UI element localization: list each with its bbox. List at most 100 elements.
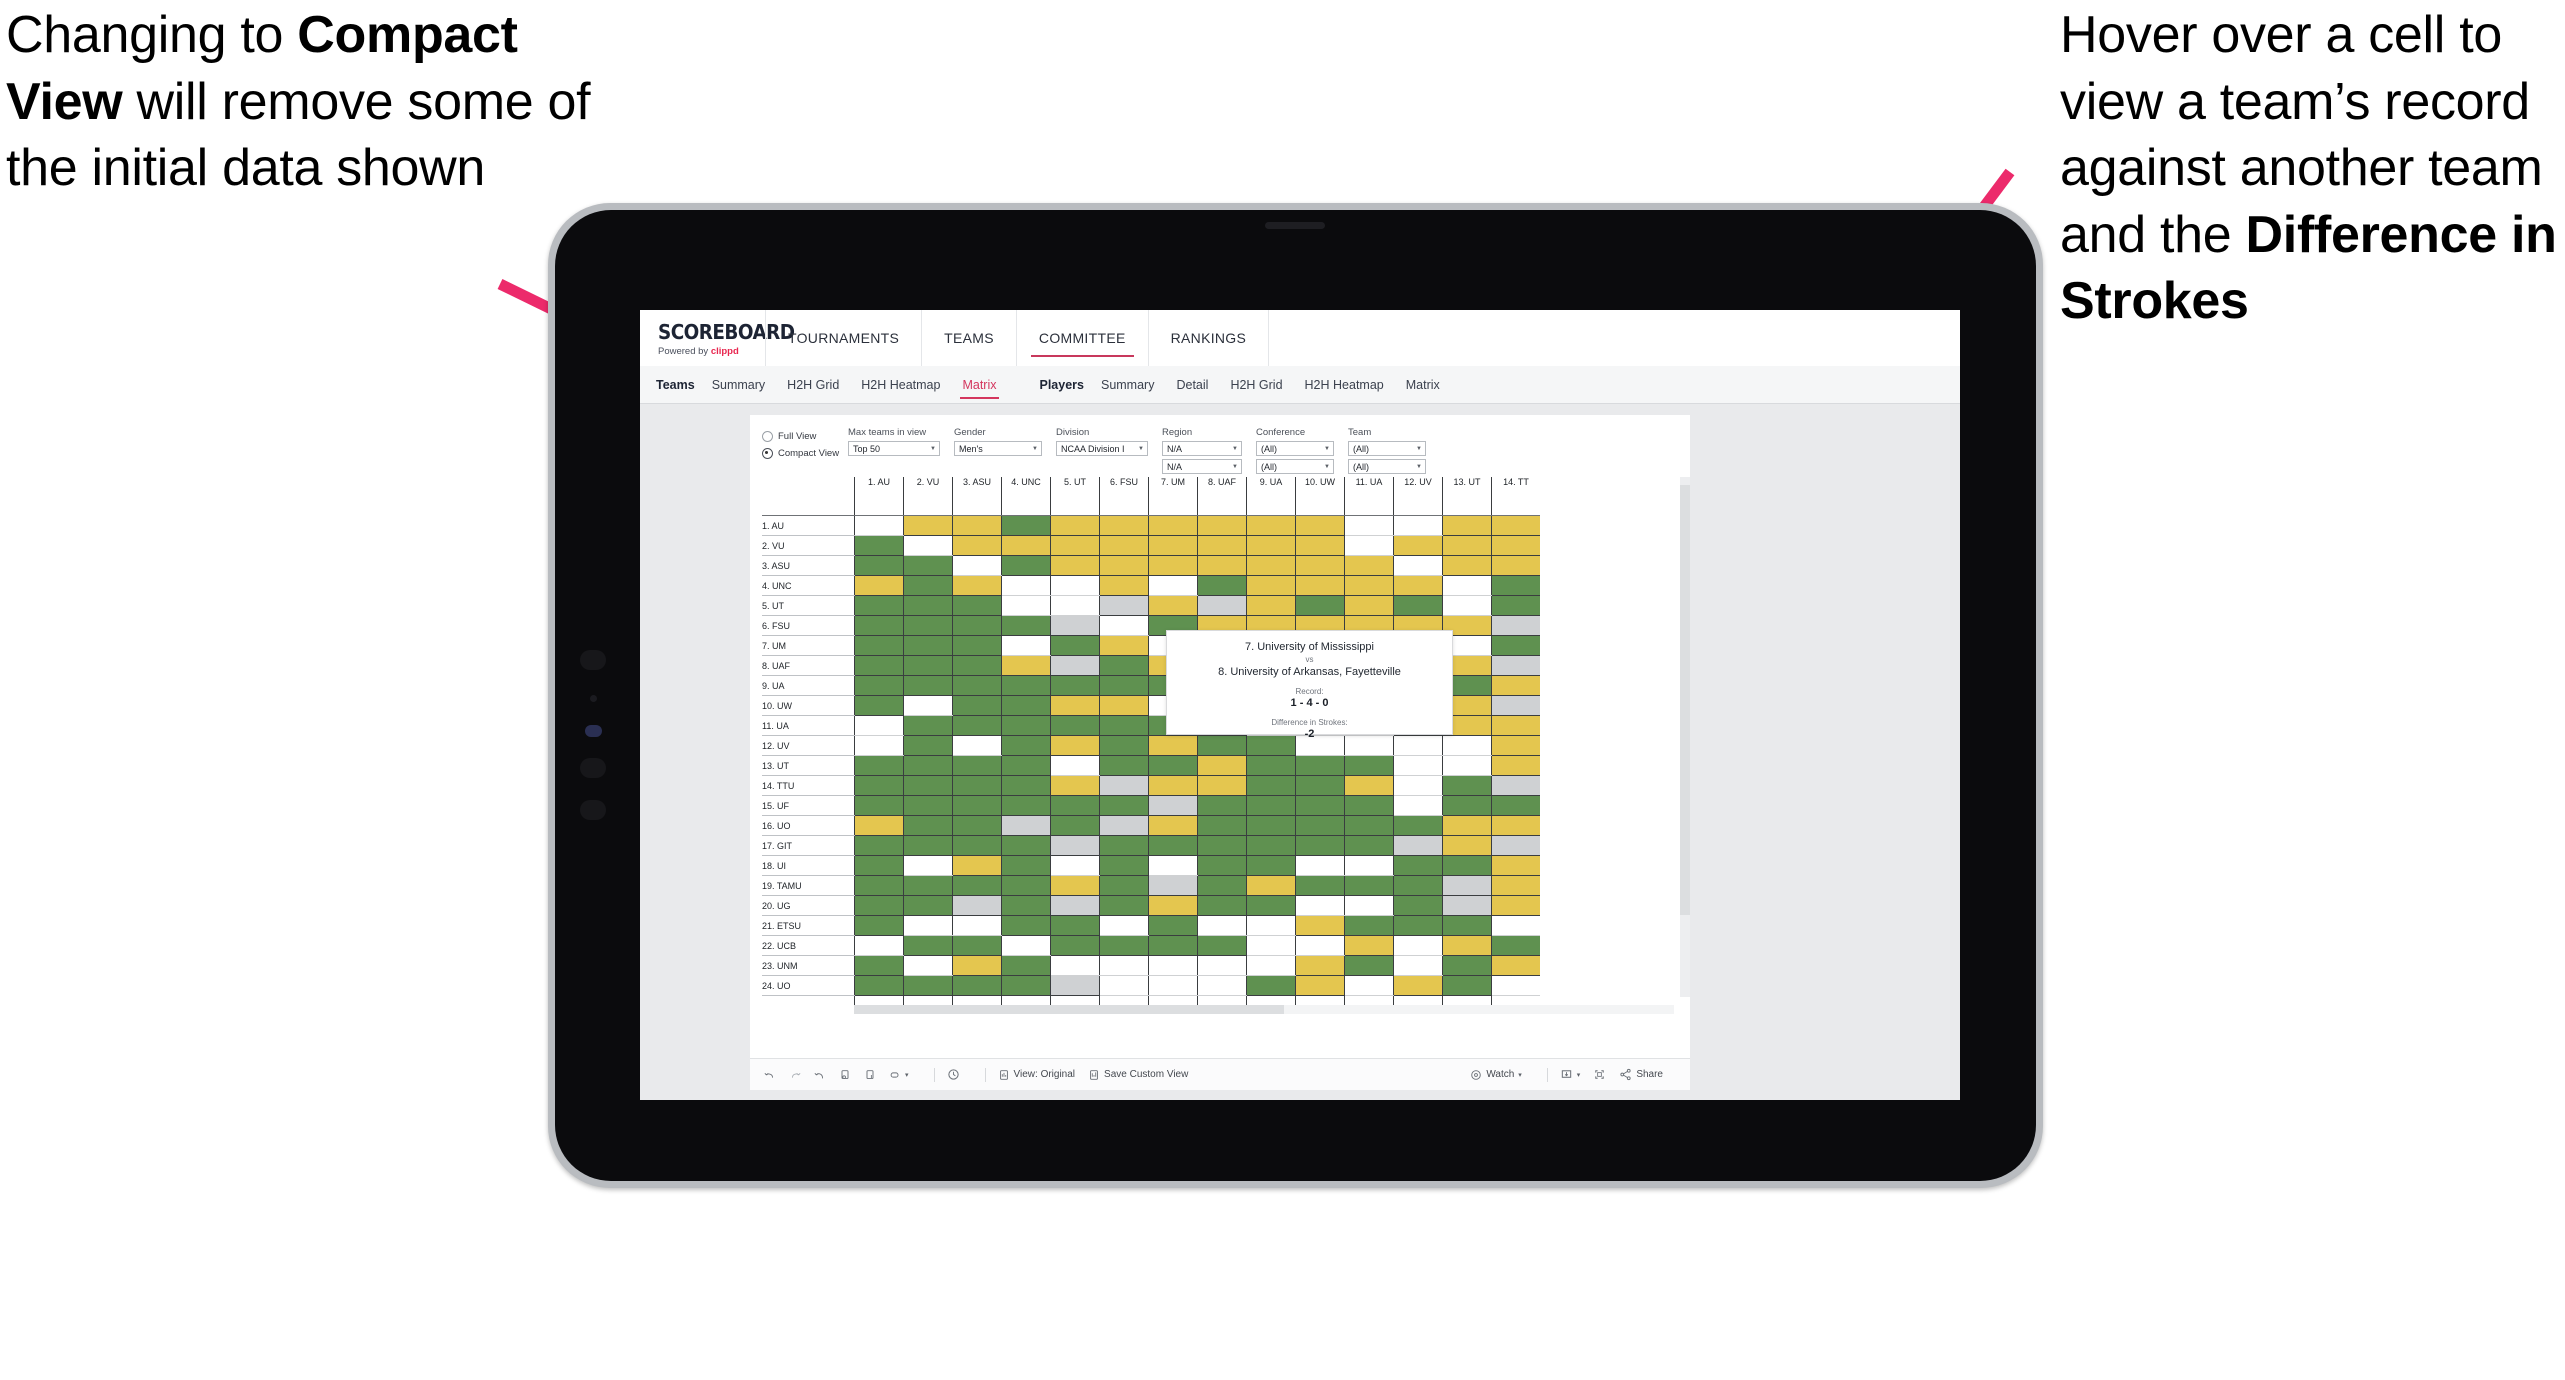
matrix-cell[interactable] [1393,795,1443,816]
matrix-cell[interactable] [1491,595,1540,616]
matrix-cell[interactable] [1491,915,1540,936]
matrix-cell[interactable] [1197,555,1247,576]
matrix-cell[interactable] [1246,955,1296,976]
matrix-cell[interactable] [1148,855,1198,876]
matrix-cell[interactable] [952,815,1002,836]
matrix-cell[interactable] [952,795,1002,816]
matrix-cell[interactable] [1442,915,1492,936]
matrix-cell[interactable] [854,555,904,576]
matrix-cell[interactable] [903,575,953,596]
matrix-cell[interactable] [1295,795,1345,816]
matrix-cell[interactable] [1148,755,1198,776]
matrix-cell[interactable] [1491,575,1540,596]
matrix-cell[interactable] [903,535,953,556]
topnav-item-teams[interactable]: TEAMS [921,310,1016,366]
matrix-cell[interactable] [952,635,1002,656]
subnav-teams-matrix[interactable]: Matrix [951,373,1007,399]
matrix-cell[interactable] [1393,955,1443,976]
matrix-cell[interactable] [1295,915,1345,936]
matrix-cell[interactable] [1393,595,1443,616]
matrix-cell[interactable] [1197,855,1247,876]
matrix-cell[interactable] [1344,515,1394,536]
matrix-cell[interactable] [1491,655,1540,676]
matrix-cell[interactable] [952,555,1002,576]
matrix-cell[interactable] [1344,535,1394,556]
matrix-cell[interactable] [1295,755,1345,776]
side-button-bottom[interactable] [580,800,606,820]
matrix-cell[interactable] [1050,655,1100,676]
matrix-cell[interactable] [1099,695,1149,716]
matrix-cell[interactable] [1050,895,1100,916]
matrix-cell[interactable] [1246,515,1296,536]
topnav-item-committee[interactable]: COMMITTEE [1015,310,1148,366]
matrix-cell[interactable] [1050,915,1100,936]
matrix-cell[interactable] [952,875,1002,896]
matrix-cell[interactable] [854,635,904,656]
matrix-cell[interactable] [1050,975,1100,996]
matrix-cell[interactable] [952,915,1002,936]
matrix-cell[interactable] [1246,755,1296,776]
side-button-top[interactable] [580,758,606,778]
matrix-cell[interactable] [1050,635,1100,656]
matrix-cell[interactable] [1246,915,1296,936]
matrix-cell[interactable] [1295,975,1345,996]
matrix-cell[interactable] [1148,535,1198,556]
matrix-cell[interactable] [1099,915,1149,936]
matrix-cell[interactable] [1491,835,1540,856]
matrix-cell[interactable] [1344,975,1394,996]
matrix-cell[interactable] [854,695,904,716]
fullscreen-button[interactable] [1593,1068,1606,1081]
matrix-cell[interactable] [952,535,1002,556]
matrix-cell[interactable] [1491,515,1540,536]
matrix-cell[interactable] [1442,755,1492,776]
matrix-cell[interactable] [1344,795,1394,816]
matrix-cell[interactable] [1393,815,1443,836]
matrix-cell[interactable] [903,695,953,716]
matrix-cell[interactable] [1344,835,1394,856]
matrix-cell[interactable] [1246,895,1296,916]
matrix-cell[interactable] [1393,935,1443,956]
subnav-players-h2h-heatmap[interactable]: H2H Heatmap [1294,373,1395,397]
filter-conference-select[interactable]: (All) ▼ [1256,441,1334,456]
undo-button[interactable] [764,1069,776,1081]
matrix-cell[interactable] [1001,835,1051,856]
matrix-cell[interactable] [1050,955,1100,976]
matrix-cell[interactable] [1246,575,1296,596]
matrix-cell[interactable] [854,855,904,876]
matrix-cell[interactable] [1099,815,1149,836]
topnav-item-tournaments[interactable]: TOURNAMENTS [765,310,921,366]
redo-button[interactable] [789,1069,801,1081]
matrix-cell[interactable] [1393,575,1443,596]
matrix-cell[interactable] [1295,835,1345,856]
matrix-cell[interactable] [1442,875,1492,896]
matrix-cell[interactable] [903,835,953,856]
filter-conference-select-2[interactable]: (All) ▼ [1256,459,1334,474]
matrix-cell[interactable] [1491,775,1540,796]
matrix-cell[interactable] [1050,795,1100,816]
matrix-cell[interactable] [1295,815,1345,836]
matrix-cell[interactable] [1491,895,1540,916]
matrix-cell[interactable] [1148,915,1198,936]
matrix-cell[interactable] [1001,715,1051,736]
matrix-cell[interactable] [1197,775,1247,796]
matrix-cell[interactable] [1099,515,1149,536]
revert-button[interactable] [814,1069,826,1081]
matrix-cell[interactable] [1295,935,1345,956]
matrix-cell[interactable] [1050,715,1100,736]
matrix-cell[interactable] [1001,575,1051,596]
matrix-cell[interactable] [1295,555,1345,576]
matrix-cell[interactable] [1050,815,1100,836]
matrix-cell[interactable] [1099,955,1149,976]
matrix-cell[interactable] [1148,895,1198,916]
matrix-cell[interactable] [1344,955,1394,976]
subnav-players-h2h-grid[interactable]: H2H Grid [1219,373,1293,397]
matrix-cell[interactable] [854,595,904,616]
matrix-cell[interactable] [1197,795,1247,816]
matrix-cell[interactable] [1001,955,1051,976]
matrix-cell[interactable] [1197,875,1247,896]
matrix-cell[interactable] [1442,815,1492,836]
matrix-cell[interactable] [1246,855,1296,876]
matrix-cell[interactable] [1491,755,1540,776]
matrix-cell[interactable] [1197,575,1247,596]
matrix-cell[interactable] [1148,595,1198,616]
